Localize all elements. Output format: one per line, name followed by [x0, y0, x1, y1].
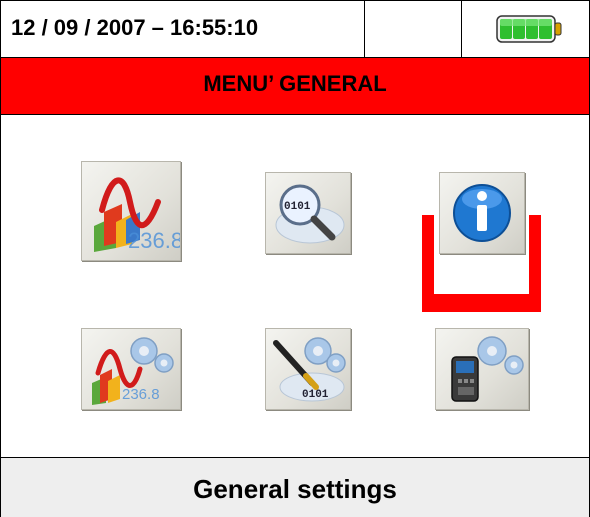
data-code-label: 0101: [302, 389, 329, 401]
footer-bar: General settings: [1, 457, 589, 517]
search-code-label: 0101: [284, 201, 311, 213]
measurement-settings-icon: 236.8: [92, 337, 174, 405]
battery-full-icon: [496, 15, 562, 43]
data-settings-button[interactable]: 0101: [265, 328, 351, 410]
datetime-cell: 12 / 09 / 2007 – 16:55:10: [1, 1, 365, 57]
instrument-screen: 12 / 09 / 2007 – 16:55:10 MENU’ GENERAL: [0, 0, 590, 517]
measurement-chart-icon: 236.8: [94, 177, 180, 253]
menu-title: MENU’ GENERAL: [203, 71, 387, 96]
general-settings-button[interactable]: [435, 328, 529, 410]
datetime-text: 12 / 09 / 2007 – 16:55:10: [11, 15, 259, 40]
data-settings-icon: 0101: [273, 337, 346, 402]
menu-title-bar: MENU’ GENERAL: [1, 58, 589, 115]
chart-value-label: 236.8: [128, 228, 180, 253]
status-bar: 12 / 09 / 2007 – 16:55:10: [1, 1, 589, 58]
measurement-chart-button[interactable]: 236.8: [81, 161, 181, 261]
selected-item-label: General settings: [193, 474, 397, 504]
battery-cell: [462, 1, 589, 57]
info-button[interactable]: [439, 172, 525, 254]
data-search-button[interactable]: 0101: [265, 172, 351, 254]
status-empty-cell: [365, 1, 462, 57]
measurement-settings-button[interactable]: 236.8: [81, 328, 181, 410]
info-icon: [453, 184, 511, 242]
general-settings-icon: [451, 336, 524, 402]
data-search-icon: 0101: [275, 184, 345, 244]
settings-value-label: 236.8: [122, 386, 160, 403]
